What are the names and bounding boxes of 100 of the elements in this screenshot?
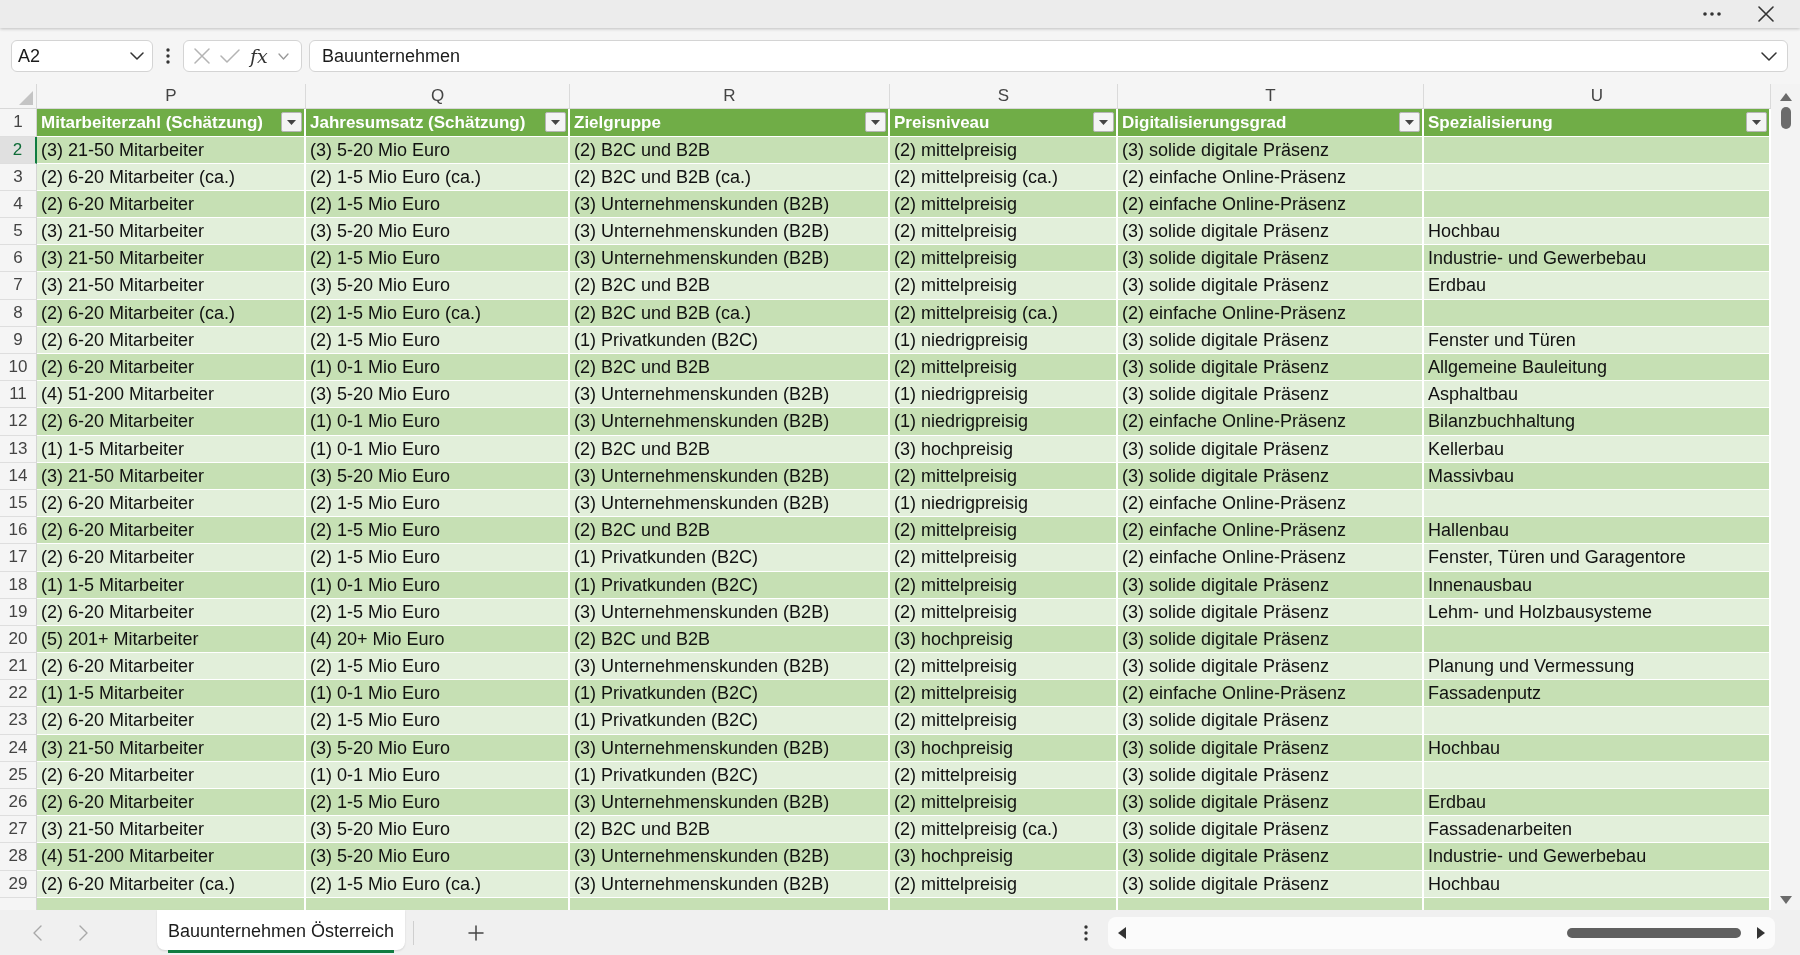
row-number[interactable]: 27 bbox=[0, 816, 37, 844]
row-number[interactable]: 9 bbox=[0, 326, 37, 354]
sheet-tab[interactable]: Bauunternehmen Österreich bbox=[157, 910, 406, 950]
row-number[interactable]: 11 bbox=[0, 381, 37, 409]
table-cell: (3) 5-20 Mio Euro bbox=[306, 462, 570, 490]
row-number[interactable]: 22 bbox=[0, 680, 37, 708]
table-cell: (3) solide digitale Präsenz bbox=[1118, 598, 1424, 626]
table-cell: (1) niedrigpreisig bbox=[890, 489, 1118, 518]
caret-down-icon bbox=[871, 119, 880, 125]
row-number[interactable]: 8 bbox=[0, 299, 37, 327]
table-cell: (3) Unternehmenskunden (B2B) bbox=[570, 789, 890, 817]
row-number[interactable]: 25 bbox=[0, 761, 37, 789]
row-number[interactable]: 4 bbox=[0, 190, 37, 219]
more-vertical-icon[interactable] bbox=[1084, 924, 1088, 941]
filter-button[interactable] bbox=[1399, 112, 1420, 133]
scroll-down-icon[interactable] bbox=[1779, 896, 1792, 904]
chevron-down-icon[interactable] bbox=[277, 52, 289, 60]
row-number[interactable]: 3 bbox=[0, 163, 37, 191]
row-number[interactable]: 1 bbox=[0, 109, 37, 137]
row-number[interactable]: 18 bbox=[0, 571, 37, 599]
row-number[interactable]: 6 bbox=[0, 245, 37, 273]
table-cell: (4) 51-200 Mitarbeiter bbox=[37, 843, 306, 871]
table-cell: (3) solide digitale Präsenz bbox=[1118, 571, 1424, 599]
table-cell: (2) mittelpreisig bbox=[890, 517, 1118, 545]
table-cell: Kellerbau bbox=[1424, 435, 1771, 463]
scroll-right-icon[interactable] bbox=[1757, 926, 1765, 939]
table-cell: Massivbau bbox=[1424, 462, 1771, 490]
table-cell: (4) 20+ Mio Euro bbox=[306, 625, 570, 654]
table-cell: (3) 5-20 Mio Euro bbox=[306, 136, 570, 164]
name-box[interactable]: A2 bbox=[11, 40, 153, 72]
table-cell: (1) 1-5 Mitarbeiter bbox=[37, 435, 306, 463]
table-cell: (3) 5-20 Mio Euro bbox=[306, 843, 570, 871]
scroll-left-icon[interactable] bbox=[1118, 926, 1126, 939]
filter-button[interactable] bbox=[865, 112, 886, 133]
filter-button[interactable] bbox=[281, 112, 302, 133]
row-number[interactable]: 13 bbox=[0, 435, 37, 463]
row-number[interactable]: 7 bbox=[0, 272, 37, 300]
table-cell: Fenster und Türen bbox=[1424, 326, 1771, 354]
row-number[interactable]: 20 bbox=[0, 625, 37, 654]
row-number[interactable]: 17 bbox=[0, 544, 37, 572]
insert-function-button[interactable]: fx bbox=[250, 46, 268, 66]
table-cell: (3) hochpreisig bbox=[890, 625, 1118, 654]
table-cell: (3) 21-50 Mitarbeiter bbox=[37, 734, 306, 762]
expand-chevron-icon[interactable] bbox=[1761, 51, 1777, 61]
row-number[interactable]: 12 bbox=[0, 408, 37, 436]
table-cell: Hochbau bbox=[1424, 218, 1771, 246]
table-cell: (2) 6-20 Mitarbeiter (ca.) bbox=[37, 870, 306, 898]
table-cell: (3) 21-50 Mitarbeiter bbox=[37, 245, 306, 273]
table-cell: (2) einfache Online-Präsenz bbox=[1118, 517, 1424, 545]
table-cell: (2) 1-5 Mio Euro (ca.) bbox=[306, 870, 570, 898]
table-cell: (1) niedrigpreisig bbox=[890, 326, 1118, 354]
table-cell: (1) 1-5 Mitarbeiter bbox=[37, 680, 306, 708]
row-number[interactable]: 14 bbox=[0, 462, 37, 490]
row-number[interactable]: 29 bbox=[0, 870, 37, 898]
row-number[interactable]: 26 bbox=[0, 789, 37, 817]
table-cell: (1) 0-1 Mio Euro bbox=[306, 761, 570, 789]
table-cell: (1) 0-1 Mio Euro bbox=[306, 354, 570, 382]
row-number[interactable]: 21 bbox=[0, 653, 37, 681]
close-icon[interactable] bbox=[1758, 6, 1774, 22]
table-cell: (2) mittelpreisig bbox=[890, 245, 1118, 273]
row-number[interactable]: 10 bbox=[0, 354, 37, 382]
formula-input[interactable]: Bauunternehmen bbox=[309, 40, 1788, 72]
table-cell: (2) mittelpreisig bbox=[890, 598, 1118, 626]
table-cell: (2) 6-20 Mitarbeiter bbox=[37, 408, 306, 436]
table-cell: (2) 1-5 Mio Euro bbox=[306, 245, 570, 273]
table-cell: (3) solide digitale Präsenz bbox=[1118, 761, 1424, 789]
table-cell: (3) hochpreisig bbox=[890, 843, 1118, 871]
table-cell: (2) einfache Online-Präsenz bbox=[1118, 190, 1424, 219]
row-number[interactable]: 23 bbox=[0, 707, 37, 735]
row-number[interactable]: 19 bbox=[0, 598, 37, 626]
scroll-up-icon[interactable] bbox=[1779, 93, 1792, 101]
table-cell: (2) mittelpreisig bbox=[890, 789, 1118, 817]
row-number[interactable]: 16 bbox=[0, 517, 37, 545]
table-cell: (2) 6-20 Mitarbeiter bbox=[37, 653, 306, 681]
table-cell: (2) B2C und B2B bbox=[570, 816, 890, 844]
table-cell: (1) 0-1 Mio Euro bbox=[306, 680, 570, 708]
table-cell: (3) 5-20 Mio Euro bbox=[306, 816, 570, 844]
row-number[interactable]: 28 bbox=[0, 843, 37, 871]
row-number[interactable]: 2 bbox=[0, 136, 37, 164]
more-vertical-icon[interactable] bbox=[166, 48, 170, 64]
filter-button[interactable] bbox=[1746, 112, 1767, 133]
table-cell: (2) mittelpreisig (ca.) bbox=[890, 816, 1118, 844]
table-cell: (3) Unternehmenskunden (B2B) bbox=[570, 870, 890, 898]
table-cell: (5) 201+ Mitarbeiter bbox=[37, 625, 306, 654]
row-number[interactable]: 15 bbox=[0, 489, 37, 518]
filter-button[interactable] bbox=[1093, 112, 1114, 133]
caret-down-icon bbox=[1752, 119, 1761, 125]
table-cell: (3) solide digitale Präsenz bbox=[1118, 462, 1424, 490]
table-cell: (3) Unternehmenskunden (B2B) bbox=[570, 190, 890, 219]
table-cell: (1) niedrigpreisig bbox=[890, 381, 1118, 409]
header-label: Spezialisierung bbox=[1428, 111, 1553, 134]
row-number[interactable]: 5 bbox=[0, 218, 37, 246]
table-cell: (2) 1-5 Mio Euro bbox=[306, 707, 570, 735]
add-sheet-icon[interactable] bbox=[468, 924, 485, 941]
scrollbar-thumb[interactable] bbox=[1780, 107, 1791, 129]
table-cell: (2) 1-5 Mio Euro bbox=[306, 326, 570, 354]
row-number[interactable]: 24 bbox=[0, 734, 37, 762]
more-icon[interactable] bbox=[1703, 12, 1721, 16]
scrollbar-thumb[interactable] bbox=[1567, 927, 1741, 938]
filter-button[interactable] bbox=[545, 112, 566, 133]
